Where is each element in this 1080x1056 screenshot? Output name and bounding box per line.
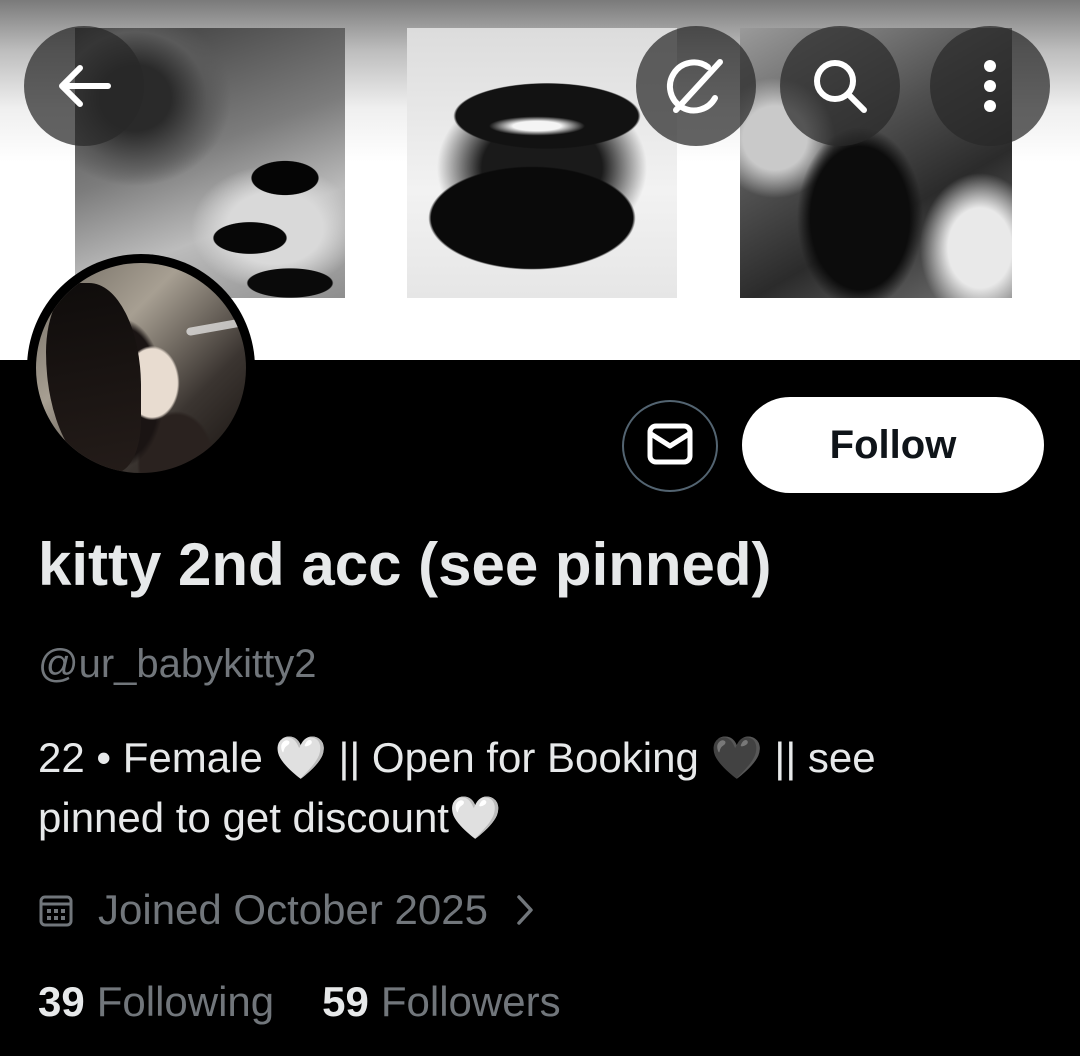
followers-label: Followers <box>380 978 561 1025</box>
follow-button[interactable]: Follow <box>742 397 1044 493</box>
avatar-image <box>36 263 246 473</box>
grok-icon <box>664 54 728 118</box>
bio: 22 • Female 🤍 || Open for Booking 🖤 || s… <box>38 728 1038 848</box>
grok-button[interactable] <box>636 26 756 146</box>
more-vertical-icon <box>982 58 998 114</box>
avatar[interactable] <box>27 254 255 482</box>
display-name: kitty 2nd acc (see pinned) <box>38 531 772 598</box>
more-button[interactable] <box>930 26 1050 146</box>
bio-line: 22 • Female 🤍 || Open for Booking 🖤 || s… <box>38 734 876 781</box>
following-stat[interactable]: 39 Following <box>38 978 274 1026</box>
follow-stats: 39 Following 59 Followers <box>38 978 609 1026</box>
bio-line: pinned to get discount🤍 <box>38 794 502 841</box>
joined-text: Joined October 2025 <box>98 886 488 933</box>
joined-date-row[interactable]: Joined October 2025 <box>38 884 534 936</box>
username-handle: @ur_babykitty2 <box>38 642 317 686</box>
followers-stat[interactable]: 59 Followers <box>322 978 560 1026</box>
mail-icon <box>646 422 694 471</box>
back-button[interactable] <box>24 26 144 146</box>
banner-image-lips <box>407 28 677 298</box>
followers-count: 59 <box>322 978 369 1025</box>
chevron-right-icon <box>516 894 534 926</box>
search-icon <box>810 56 870 116</box>
search-button[interactable] <box>780 26 900 146</box>
calendar-icon <box>38 892 74 928</box>
following-count: 39 <box>38 978 85 1025</box>
message-button[interactable] <box>622 400 718 492</box>
arrow-left-icon <box>56 64 112 108</box>
following-label: Following <box>96 978 275 1025</box>
